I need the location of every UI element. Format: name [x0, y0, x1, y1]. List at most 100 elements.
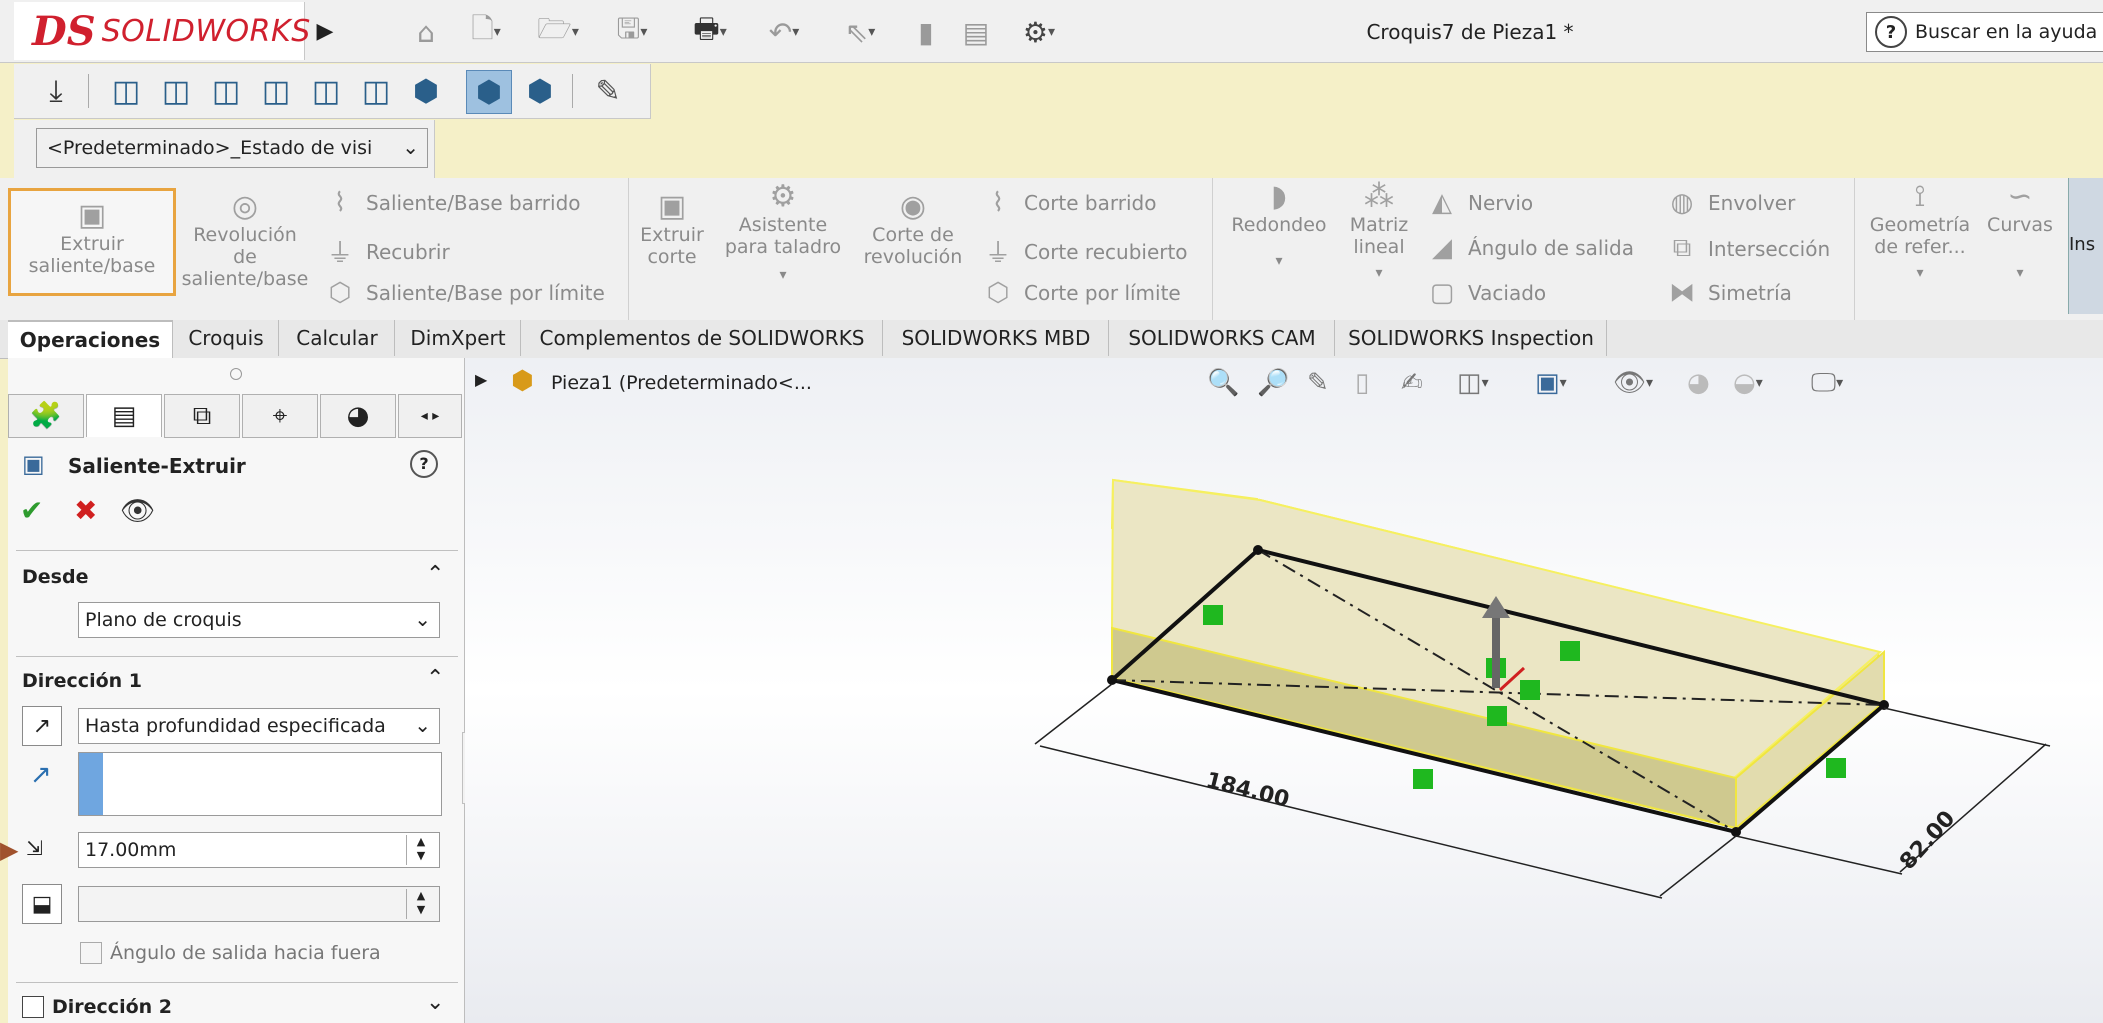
- dimxpert-manager-tab-icon[interactable]: ⌖: [242, 394, 318, 438]
- chevron-down-icon: ⌄: [402, 135, 419, 159]
- view-back-icon[interactable]: ◫: [154, 70, 198, 112]
- tab-solidworks-cam[interactable]: SOLIDWORKS CAM: [1110, 320, 1335, 356]
- draft-icon: ◢: [1432, 233, 1452, 263]
- undo-icon[interactable]: ↶ ▾: [752, 12, 816, 52]
- tab-complementos[interactable]: Complementos de SOLIDWORKS: [522, 320, 883, 356]
- draft-angle-input[interactable]: ▲ ▼: [78, 886, 440, 922]
- display-state-dropdown[interactable]: <Predeterminado>_Estado de visi ⌄: [36, 128, 428, 168]
- revolve-cut-button[interactable]: ◉ Corte de revolución: [856, 192, 970, 269]
- tab-solidworks-inspection[interactable]: SOLIDWORKS Inspection: [1336, 320, 1607, 356]
- tab-scroll-arrows-icon[interactable]: ◂ ▸: [398, 394, 462, 438]
- solidworks-logo[interactable]: DS SOLIDWORKS: [14, 2, 310, 60]
- file-properties-icon[interactable]: ▤: [956, 12, 996, 52]
- command-manager: ◎ Revolución de saliente/base ⌇ Saliente/…: [0, 178, 2103, 321]
- shell-label: Vaciado: [1468, 281, 1547, 305]
- panel-grip-icon[interactable]: [230, 368, 242, 380]
- extrude-boss-button[interactable]: ▣ Extruir saliente/base: [8, 188, 176, 296]
- toolbar-divider: [572, 74, 573, 108]
- lofted-cut-button[interactable]: ⏚ Corte recubierto: [980, 233, 1188, 270]
- intersect-button[interactable]: ⧉ Intersección: [1664, 233, 1830, 264]
- draft-button[interactable]: ◢ Ángulo de salida: [1424, 233, 1634, 263]
- chevron-down-icon[interactable]: ▾: [718, 264, 848, 286]
- graphics-viewport[interactable]: ▶ ⬢ Pieza1 (Predeterminado<... 🔍 🔎 ✎ ▯ ✍…: [465, 358, 2103, 1023]
- direction2-section-label: Dirección 2: [52, 996, 172, 1018]
- chevron-down-icon[interactable]: ▾: [1864, 262, 1976, 284]
- home-icon[interactable]: ⌂: [406, 12, 446, 52]
- depth-spinner[interactable]: ▲ ▼: [406, 835, 435, 865]
- help-icon[interactable]: ?: [410, 450, 438, 478]
- boundary-cut-button[interactable]: ⬡ Corte por límite: [980, 278, 1181, 308]
- extrude-cut-icon: ▣: [657, 189, 687, 224]
- preview-eye-icon[interactable]: 👁: [120, 494, 156, 527]
- chevron-down-icon[interactable]: ▾: [1344, 262, 1414, 284]
- boundary-boss-button[interactable]: ⬡ Saliente/Base por límite: [322, 278, 605, 308]
- fillet-button[interactable]: ◗ Redondeo ▾: [1222, 182, 1336, 272]
- tab-operaciones[interactable]: Operaciones: [8, 320, 173, 358]
- tab-solidworks-mbd[interactable]: SOLIDWORKS MBD: [884, 320, 1109, 356]
- draft-toggle-icon[interactable]: ⬓: [22, 884, 62, 924]
- reverse-direction-icon[interactable]: ↗: [22, 706, 62, 746]
- curves-button[interactable]: ∽ Curvas ▾: [1980, 182, 2060, 284]
- direction-selection-box[interactable]: [78, 752, 442, 816]
- collapse-chevron-up-icon[interactable]: ⌃: [426, 666, 444, 691]
- open-folder-icon[interactable]: 🗁 ▾: [526, 12, 590, 52]
- feature-title: Saliente-Extruir: [68, 454, 246, 478]
- revolve-boss-button[interactable]: ◎ Revolución de saliente/base: [180, 192, 310, 291]
- hole-wizard-button[interactable]: ⚙ Asistente para taladro ▾: [718, 182, 848, 286]
- chevron-down-icon[interactable]: ▾: [1222, 250, 1336, 272]
- expand-chevron-down-icon[interactable]: ⌄: [426, 990, 444, 1015]
- configuration-bar: <Predeterminado>_Estado de visi ⌄: [14, 120, 435, 178]
- view-front-icon[interactable]: ◫: [104, 70, 148, 112]
- print-icon[interactable]: 🖶 ▾: [676, 12, 744, 52]
- swept-boss-button[interactable]: ⌇ Saliente/Base barrido: [322, 188, 581, 218]
- shell-button[interactable]: ▢ Vaciado: [1424, 278, 1546, 308]
- draft-outward-checkbox[interactable]: [80, 942, 102, 964]
- extrude-cut-button[interactable]: ▣ Extruir corte: [634, 189, 710, 269]
- view-trimetric-icon[interactable]: ⬢: [466, 70, 512, 114]
- wrap-button[interactable]: ◍ Envolver: [1664, 188, 1796, 218]
- command-manager-tabs: Operaciones Croquis Calcular DimXpert Co…: [0, 320, 2103, 359]
- from-dropdown[interactable]: Plano de croquis ⌄: [78, 602, 440, 638]
- view-left-icon[interactable]: ◫: [204, 70, 248, 112]
- cancel-x-icon[interactable]: ✖: [74, 494, 97, 527]
- options-gear-icon[interactable]: ⚙ ▾: [1004, 12, 1074, 52]
- save-icon[interactable]: 🖫 ▾: [600, 12, 664, 52]
- depth-input[interactable]: 17.00mm ▲ ▼: [78, 832, 440, 868]
- section-divider: [16, 550, 458, 551]
- display-manager-tab-icon[interactable]: ◕: [320, 394, 396, 438]
- reference-geometry-button[interactable]: ⟟ Geometría de refer... ▾: [1864, 182, 1976, 284]
- new-document-icon[interactable]: 🗋 ▾: [456, 12, 516, 52]
- view-right-icon[interactable]: ◫: [254, 70, 298, 112]
- loft-button[interactable]: ⏚ Recubrir: [322, 233, 450, 270]
- mirror-button[interactable]: ⧓ Simetría: [1664, 278, 1792, 308]
- normal-to-icon[interactable]: ⤓: [34, 70, 78, 112]
- tab-croquis[interactable]: Croquis: [174, 320, 279, 356]
- menu-expand-arrow-icon[interactable]: ▶: [306, 6, 344, 56]
- feature-manager-tab-icon[interactable]: 🧩: [8, 394, 84, 438]
- instant3d-label: Ins: [2069, 234, 2096, 255]
- view-isometric-icon[interactable]: ⬢: [404, 70, 448, 112]
- tab-dimxpert[interactable]: DimXpert: [396, 320, 521, 356]
- select-pointer-icon[interactable]: ⇖ ▾: [828, 12, 892, 52]
- view-bottom-icon[interactable]: ◫: [354, 70, 398, 112]
- chevron-down-icon[interactable]: ▾: [1980, 262, 2060, 284]
- help-search-box[interactable]: ? Buscar en la ayuda: [1866, 12, 2103, 52]
- extrude-cut-label: Extruir corte: [640, 224, 704, 268]
- linear-pattern-button[interactable]: ⁂ Matriz lineal ▾: [1344, 182, 1414, 284]
- direction2-checkbox[interactable]: [22, 996, 44, 1018]
- ok-check-icon[interactable]: ✔: [20, 494, 43, 527]
- view-selector-icon[interactable]: ✎: [586, 70, 630, 112]
- end-condition-dropdown[interactable]: Hasta profundidad especificada ⌄: [78, 708, 440, 744]
- collapse-chevron-up-icon[interactable]: ⌃: [426, 562, 444, 587]
- rib-button[interactable]: ◭ Nervio: [1424, 188, 1533, 218]
- property-manager-tab-icon[interactable]: ▤: [86, 394, 162, 437]
- tab-calcular[interactable]: Calcular: [280, 320, 395, 356]
- instant3d-button[interactable]: Ins: [2068, 178, 2103, 314]
- view-dimetric-icon[interactable]: ⬢: [518, 70, 562, 112]
- rebuild-icon[interactable]: ▮: [908, 12, 944, 52]
- draft-spinner[interactable]: ▲ ▼: [406, 889, 435, 919]
- swept-cut-button[interactable]: ⌇ Corte barrido: [980, 188, 1157, 218]
- view-top-icon[interactable]: ◫: [304, 70, 348, 112]
- configuration-manager-tab-icon[interactable]: ⧉: [164, 394, 240, 438]
- mirror-icon: ⧓: [1669, 278, 1695, 308]
